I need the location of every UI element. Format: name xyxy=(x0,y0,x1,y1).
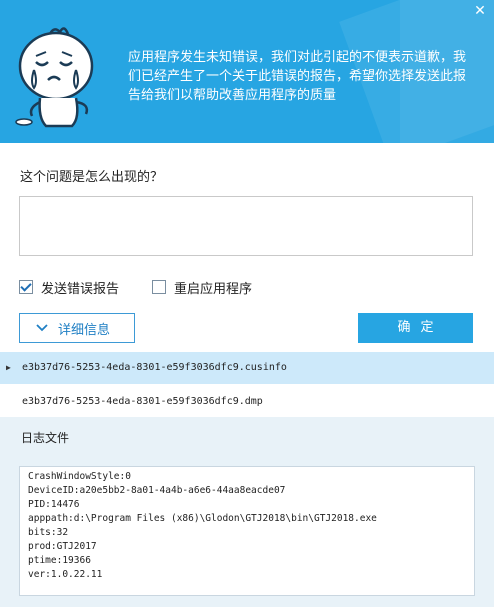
file-name: e3b37d76-5253-4eda-8301-e59f3036dfc9.cus… xyxy=(22,362,287,373)
chevron-down-icon xyxy=(36,321,48,336)
send-report-option[interactable]: 发送错误报告 xyxy=(19,279,120,297)
log-line: bits:32 xyxy=(28,527,69,538)
restart-app-checkbox[interactable] xyxy=(152,280,166,294)
crying-mascot-icon xyxy=(10,22,110,132)
log-line: ver:1.0.22.11 xyxy=(28,569,103,580)
ok-button[interactable]: 确定 xyxy=(358,313,473,343)
send-report-checkbox[interactable] xyxy=(19,280,33,294)
log-line: prod:GTJ2017 xyxy=(28,541,97,552)
log-title: 日志文件 xyxy=(21,431,70,445)
caret-right-icon: ▶ xyxy=(6,363,11,372)
file-name: e3b37d76-5253-4eda-8301-e59f3036dfc9.dmp xyxy=(22,396,263,407)
log-line: apppath:d:\Program Files (x86)\Glodon\GT… xyxy=(28,513,377,524)
log-line: CrashWindowStyle:0 xyxy=(28,471,131,482)
problem-description-input[interactable] xyxy=(19,196,473,256)
header-banner: ✕ 应用程序发生未知错误，我们对此引起的不便表示道歉，我们已经产生了一个关于此错… xyxy=(0,0,494,143)
file-list-item[interactable]: ▶ e3b37d76-5253-4eda-8301-e59f3036dfc9.c… xyxy=(0,352,494,384)
error-message: 应用程序发生未知错误，我们对此引起的不便表示道歉，我们已经产生了一个关于此错误的… xyxy=(128,50,467,103)
details-button-label: 详细信息 xyxy=(58,322,111,338)
restart-app-label: 重启应用程序 xyxy=(174,281,253,297)
file-list-item[interactable]: e3b37d76-5253-4eda-8301-e59f3036dfc9.dmp xyxy=(0,386,494,418)
details-button[interactable]: 详细信息 xyxy=(19,313,135,343)
send-report-label: 发送错误报告 xyxy=(41,281,120,297)
close-icon[interactable]: ✕ xyxy=(470,4,490,18)
restart-app-option[interactable]: 重启应用程序 xyxy=(152,279,253,297)
log-content[interactable]: CrashWindowStyle:0 DeviceID:a20e5bb2-8a0… xyxy=(19,466,475,596)
log-line: ptime:19366 xyxy=(28,555,91,566)
problem-description-label: 这个问题是怎么出现的？ xyxy=(20,170,164,185)
log-line: PID:14476 xyxy=(28,499,80,510)
log-line: DeviceID:a20e5bb2-8a01-4a4b-a6e6-44aa8ea… xyxy=(28,485,286,496)
